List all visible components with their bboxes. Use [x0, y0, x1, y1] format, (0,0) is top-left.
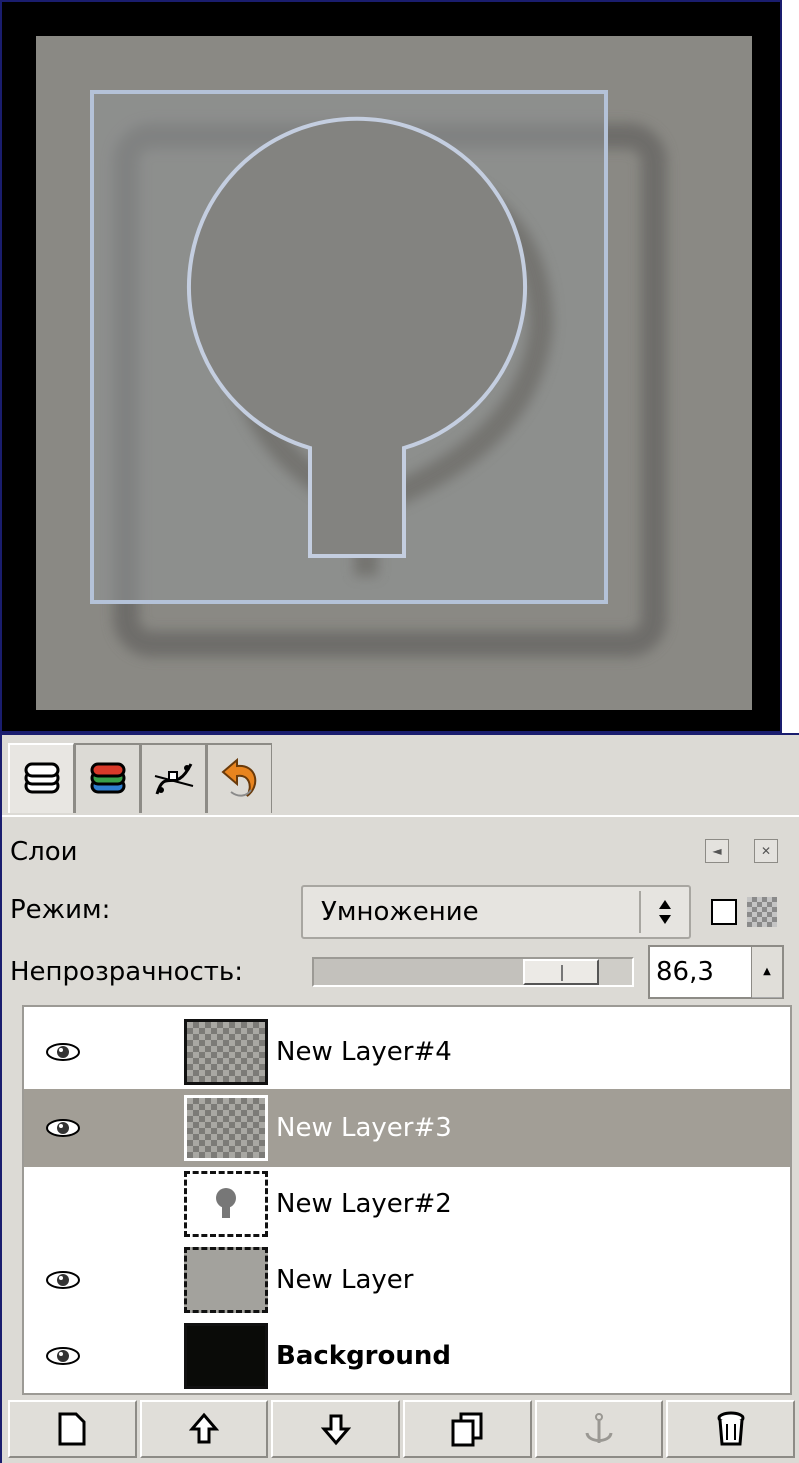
layer-thumbnail: [184, 1171, 268, 1237]
opacity-slider-thumb[interactable]: [523, 959, 599, 985]
raise-layer-icon: [189, 1412, 219, 1444]
lower-layer-icon: [320, 1414, 351, 1446]
opacity-label: Непрозрачность:: [10, 957, 244, 987]
tab-strip-divider: [2, 815, 799, 817]
layer-name: New Layer: [276, 1265, 414, 1295]
layer-thumbnail: [184, 1095, 268, 1161]
mode-select[interactable]: Умножение: [301, 885, 691, 939]
opacity-value: 86,3: [656, 957, 714, 987]
tab-paths[interactable]: [140, 743, 206, 813]
lower-layer-button[interactable]: [271, 1400, 401, 1458]
tab-layers[interactable]: [8, 743, 74, 813]
tab-undo-history[interactable]: [206, 743, 272, 813]
dock-tab-strip: [8, 743, 272, 815]
panel-menu-button[interactable]: ◄: [705, 839, 729, 863]
tab-channels[interactable]: [74, 743, 140, 813]
panel-title: Слои: [10, 837, 78, 867]
new-layer-button[interactable]: [8, 1400, 137, 1458]
opacity-spin-buttons[interactable]: ▲ ▼: [751, 947, 782, 1049]
layer-thumbnail: [184, 1323, 268, 1389]
layers-icon: [24, 762, 59, 794]
paths-icon: [154, 763, 193, 795]
layer-row[interactable]: New Layer#4: [24, 1013, 790, 1091]
layer-row[interactable]: New Layer#2: [24, 1165, 790, 1243]
opacity-spinbox[interactable]: 86,3 ▲ ▼: [648, 945, 784, 1049]
triangle-left-icon: ◄: [712, 844, 722, 858]
visibility-eye-icon[interactable]: [44, 1040, 82, 1064]
image-canvas[interactable]: [36, 36, 752, 710]
spin-up-icon[interactable]: ▲: [752, 947, 782, 998]
layers-dock: Слои ◄ ✕ Режим: Умножение Непрозрачность…: [0, 733, 799, 1463]
panel-close-button[interactable]: ✕: [754, 839, 778, 863]
layer-row[interactable]: New Layer: [24, 1241, 790, 1319]
layer-row[interactable]: Background: [24, 1317, 790, 1395]
layer-button-bar: [8, 1400, 798, 1460]
layer-name: New Layer#2: [276, 1189, 452, 1219]
new-layer-icon: [58, 1412, 86, 1446]
channels-icon: [90, 762, 125, 794]
layer-row[interactable]: New Layer#3: [24, 1089, 790, 1167]
mode-select-value: Умножение: [321, 897, 479, 927]
raise-layer-button[interactable]: [139, 1400, 269, 1458]
opacity-slider[interactable]: [312, 957, 634, 987]
visibility-eye-icon[interactable]: [44, 1344, 82, 1368]
layer-thumbnail: [184, 1247, 268, 1313]
layer-list[interactable]: New Layer#4 New Layer#3 New Layer#2 New Lay…: [22, 1005, 792, 1395]
keep-transparency-checkbox[interactable]: [711, 899, 737, 925]
anchor-layer-button[interactable]: [534, 1400, 664, 1458]
trash-icon: [717, 1411, 745, 1446]
undo-history-icon: [220, 757, 256, 797]
layer-name: New Layer#4: [276, 1037, 452, 1067]
layer-thumbnail: [184, 1019, 268, 1085]
visibility-eye-icon[interactable]: [44, 1268, 82, 1292]
delete-layer-button[interactable]: [666, 1400, 796, 1458]
mode-label: Режим:: [10, 895, 111, 925]
layer-name: New Layer#3: [276, 1113, 452, 1143]
image-canvas-frame: [0, 0, 782, 733]
layer-name: Background: [276, 1341, 451, 1371]
visibility-eye-icon[interactable]: [44, 1116, 82, 1140]
updown-arrows-icon: [639, 891, 689, 933]
close-icon: ✕: [760, 844, 772, 858]
anchor-layer-icon: [585, 1413, 613, 1443]
transparency-icon: [747, 897, 777, 927]
canvas-artwork: [90, 90, 667, 657]
visibility-eye-icon[interactable]: [44, 1192, 82, 1216]
duplicate-layer-icon: [451, 1412, 483, 1447]
duplicate-layer-button[interactable]: [403, 1400, 532, 1458]
